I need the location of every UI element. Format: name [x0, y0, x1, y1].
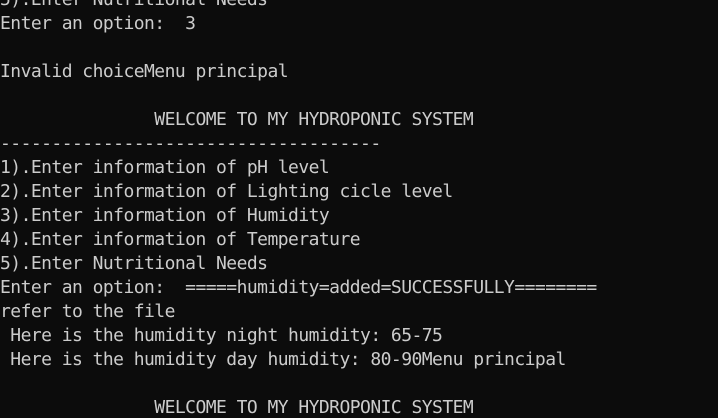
console-line: -------------------------------------	[0, 133, 381, 154]
console-line: 1).Enter information of pH level	[0, 157, 330, 178]
console-line: Here is the humidity day humidity: 80-90…	[0, 349, 566, 370]
console-line: Invalid choiceMenu principal	[0, 61, 289, 82]
console-line: 3).Enter information of Humidity	[0, 205, 330, 226]
console-line: 5).Enter Nutritional Needs	[0, 253, 268, 274]
console-line: Enter an option: =====humidity=added=SUC…	[0, 277, 597, 298]
console-line: refer to the file	[0, 301, 175, 322]
console-line: WELCOME TO MY HYDROPONIC SYSTEM	[0, 109, 474, 130]
console-line: Here is the humidity night humidity: 65-…	[0, 325, 443, 346]
console-line: WELCOME TO MY HYDROPONIC SYSTEM	[0, 397, 474, 418]
console-line: 5).Enter Nutritional Needs	[0, 0, 718, 12]
console-line: 2).Enter information of Lighting cicle l…	[0, 181, 453, 202]
console-line: Enter an option: 3	[0, 13, 196, 34]
console-line: 4).Enter information of Temperature	[0, 229, 361, 250]
console-output[interactable]: 5).Enter Nutritional Needs Enter an opti…	[0, 0, 718, 418]
